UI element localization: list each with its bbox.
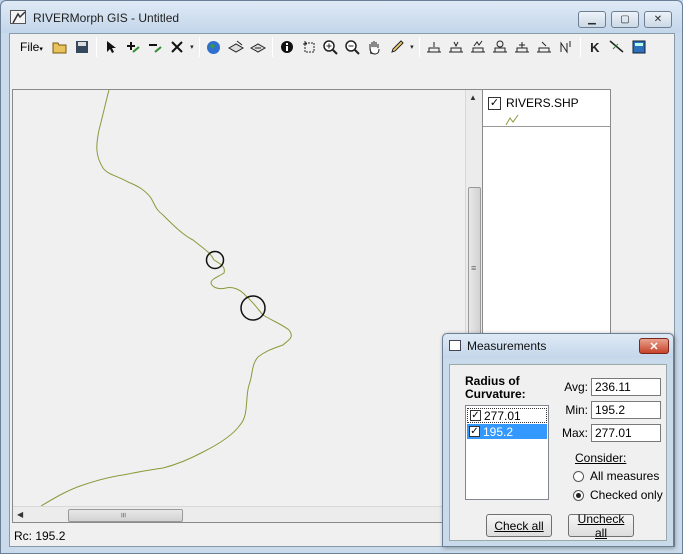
checked-only-label: Checked only — [590, 488, 663, 502]
layer-item[interactable]: ✓ RIVERS.SHP — [488, 96, 579, 110]
grip-icon: ≡ — [471, 263, 477, 273]
layer-swap-icon[interactable] — [247, 36, 269, 58]
status-text: Rc: 195.2 — [14, 529, 66, 543]
radio-dot — [576, 492, 581, 498]
main-window: RIVERMorph GIS - Untitled ▁ ▢ ✕ File▾ ▾ … — [0, 0, 683, 554]
pencil-icon[interactable] — [386, 36, 408, 58]
info-icon[interactable] — [276, 36, 298, 58]
min-label: Min: — [565, 403, 588, 417]
pointer-icon[interactable] — [100, 36, 122, 58]
min-field[interactable] — [591, 401, 661, 419]
roc-item-checkbox[interactable]: ✓ — [470, 410, 481, 421]
radio-indicator[interactable] — [573, 489, 584, 501]
all-measures-radio[interactable]: All measures — [573, 469, 659, 483]
dropdown-arrow-icon[interactable]: ▾ — [408, 36, 416, 58]
roc-list-item[interactable]: ✓ 195.2 — [467, 424, 547, 439]
roc-label: Radius of Curvature: — [465, 374, 526, 401]
toolbar-separator — [198, 37, 200, 57]
river-line[interactable] — [40, 90, 292, 506]
dialog-title-bar[interactable]: Measurements ✕ — [443, 334, 673, 358]
minimize-button[interactable]: ▁ — [578, 11, 606, 28]
globe-icon[interactable] — [203, 36, 225, 58]
app-icon[interactable] — [10, 10, 26, 24]
scroll-up-icon[interactable]: ▲ — [469, 93, 477, 102]
map-horizontal-scrollbar[interactable]: ◀ ≡ — [13, 506, 465, 522]
roc-item-checkbox[interactable]: ✓ — [469, 426, 480, 437]
dropdown-arrow-icon[interactable]: ▾ — [188, 36, 196, 58]
dialog-icon — [449, 340, 461, 351]
checked-only-radio[interactable]: Checked only — [573, 488, 663, 502]
max-field[interactable] — [591, 424, 661, 442]
layer-stack-icon[interactable] — [225, 36, 247, 58]
dialog-body: Radius of Curvature: ✓ 277.01 ✓ 195.2 Av… — [449, 364, 667, 541]
grip-icon: ≡ — [118, 512, 129, 518]
roc-list-item[interactable]: ✓ 277.01 — [467, 408, 547, 423]
layers-panel: ✓ RIVERS.SHP — [482, 89, 611, 339]
check-all-label: Check all — [494, 518, 544, 533]
uncheck-all-label: Uncheck all — [577, 511, 625, 540]
zoom-in-icon[interactable] — [320, 36, 342, 58]
vertical-scroll-thumb[interactable]: ≡ — [468, 187, 481, 352]
curvature-circle[interactable] — [205, 250, 225, 270]
line-layer-icon — [505, 114, 519, 126]
maximize-button[interactable]: ▢ — [611, 11, 639, 28]
scroll-left-icon[interactable]: ◀ — [17, 510, 23, 519]
profile-tool-4-icon[interactable] — [489, 36, 511, 58]
avg-label: Avg: — [564, 380, 588, 394]
avg-field[interactable] — [591, 378, 661, 396]
layer-divider — [483, 126, 610, 127]
layer-checkbox[interactable]: ✓ — [488, 96, 501, 110]
profile-tool-5-icon[interactable] — [511, 36, 533, 58]
calculator-icon[interactable] — [628, 36, 650, 58]
radio-indicator[interactable] — [573, 470, 584, 482]
select-rect-icon[interactable] — [298, 36, 320, 58]
profile-tool-3-icon[interactable] — [467, 36, 489, 58]
zoom-out-icon[interactable] — [342, 36, 364, 58]
roc-list[interactable]: ✓ 277.01 ✓ 195.2 — [465, 405, 549, 500]
dialog-title: Measurements — [467, 339, 547, 353]
window-title: RIVERMorph GIS - Untitled — [33, 11, 180, 25]
consider-label: Consider: — [575, 451, 627, 465]
check-all-button[interactable]: Check all — [486, 514, 552, 537]
save-icon[interactable] — [71, 36, 93, 58]
curvature-circle[interactable] — [240, 295, 266, 321]
river-map[interactable] — [13, 90, 465, 506]
file-menu[interactable]: File▾ — [16, 40, 47, 54]
profile-tool-6-icon[interactable] — [533, 36, 555, 58]
toolbar: File▾ ▾ ▾ K — [10, 34, 674, 60]
close-button[interactable]: ✕ — [644, 11, 672, 28]
layer-name: RIVERS.SHP — [506, 96, 579, 110]
file-menu-label: File — [20, 40, 40, 54]
remove-vertex-icon[interactable] — [144, 36, 166, 58]
all-measures-label: All measures — [590, 469, 660, 483]
max-label: Max: — [561, 426, 588, 440]
profile-tool-1-icon[interactable] — [423, 36, 445, 58]
title-bar[interactable]: RIVERMorph GIS - Untitled ▁ ▢ ✕ — [1, 1, 682, 33]
profile-tool-2-icon[interactable] — [445, 36, 467, 58]
uncheck-all-button[interactable]: Uncheck all — [568, 511, 634, 540]
delete-icon[interactable] — [166, 36, 188, 58]
dialog-close-button[interactable]: ✕ — [639, 338, 669, 354]
north-arrow-icon[interactable] — [555, 36, 577, 58]
roc-item-value: 277.01 — [484, 408, 521, 423]
add-vertex-icon[interactable] — [122, 36, 144, 58]
k-icon[interactable]: K — [584, 36, 606, 58]
open-folder-icon[interactable] — [49, 36, 71, 58]
horizontal-scroll-thumb[interactable]: ≡ — [68, 509, 183, 522]
map-canvas[interactable]: ▲ ≡ ◀ ≡ — [12, 89, 486, 523]
measurements-dialog: Measurements ✕ Radius of Curvature: ✓ 27… — [442, 333, 674, 547]
pan-hand-icon[interactable] — [364, 36, 386, 58]
toolbar-separator — [418, 37, 420, 57]
toolbar-separator — [579, 37, 581, 57]
toolbar-separator — [271, 37, 273, 57]
toolbar-separator — [95, 37, 97, 57]
measure-icon[interactable] — [606, 36, 628, 58]
roc-item-value: 195.2 — [483, 424, 514, 439]
